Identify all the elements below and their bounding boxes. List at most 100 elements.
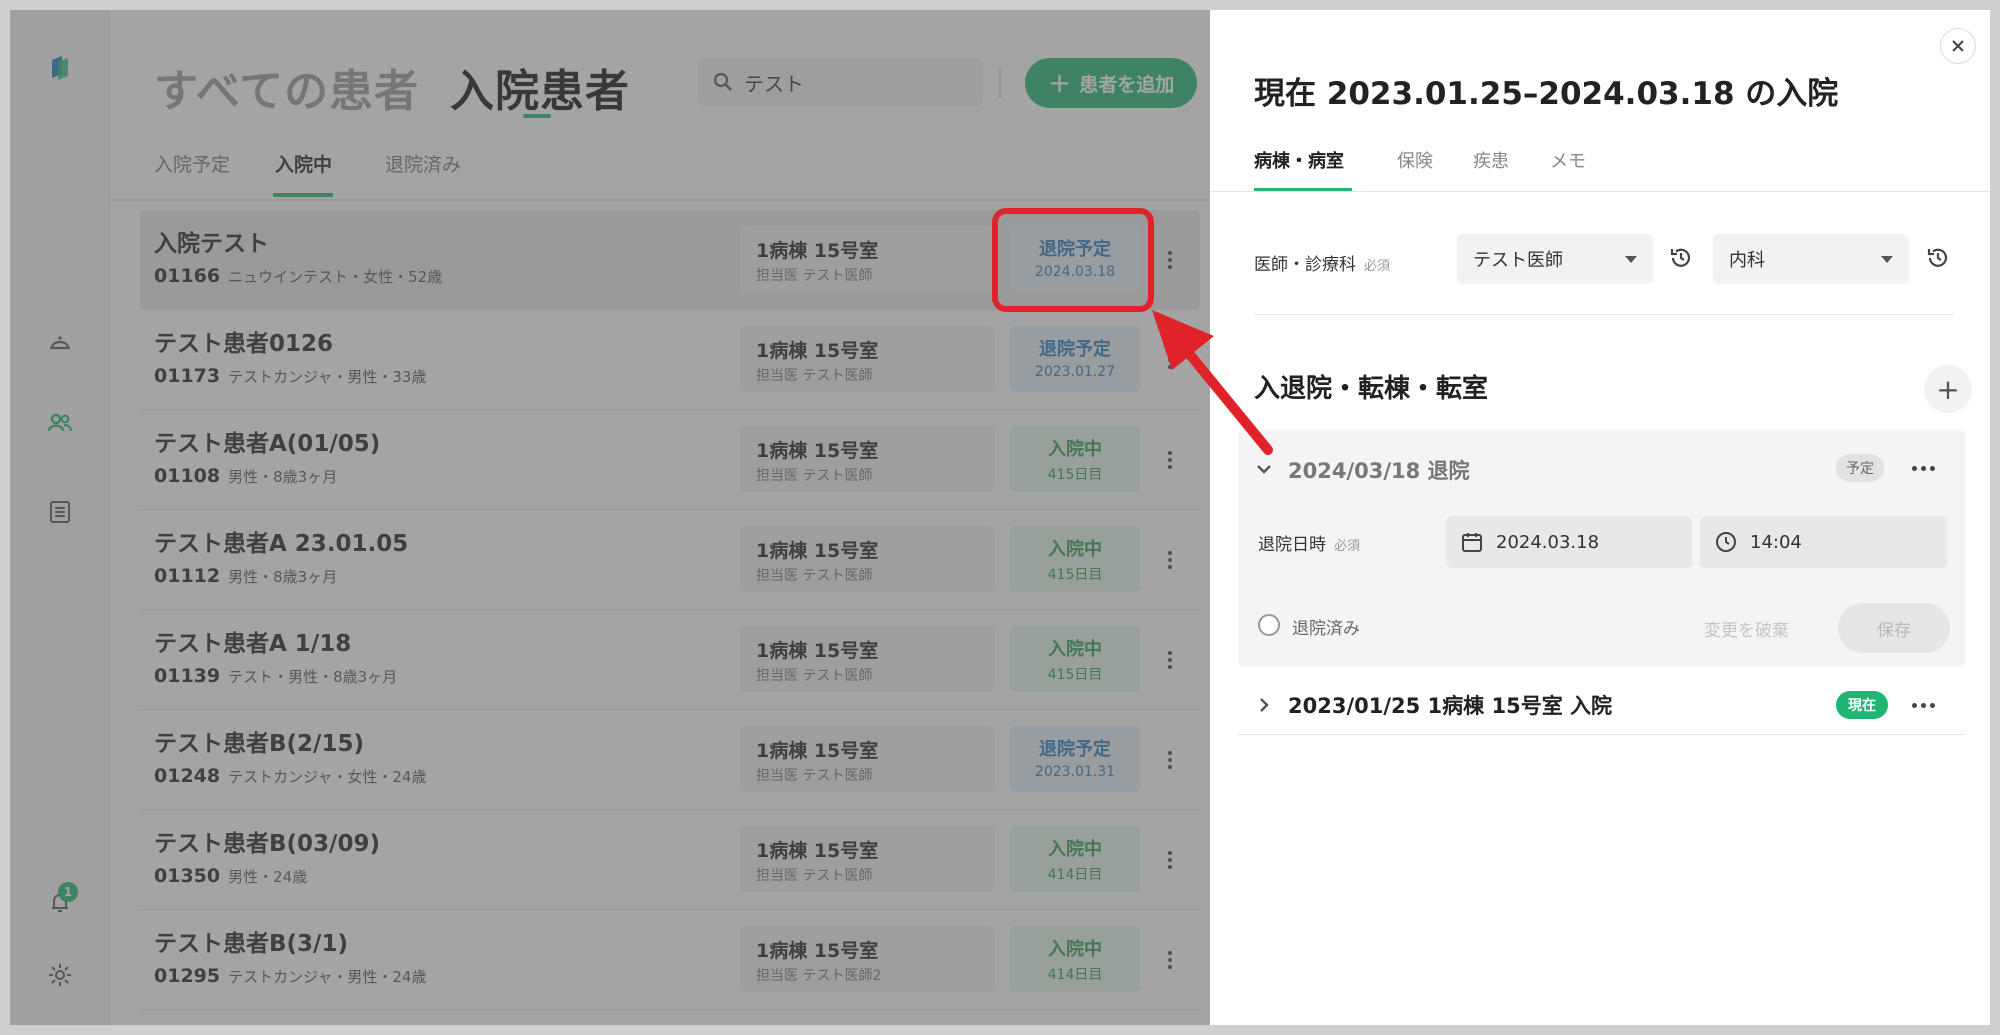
doctor-department-label: 医師・診療科 必須 [1254,250,1390,275]
close-icon [1952,40,1964,52]
kebab-menu-icon[interactable] [1160,940,1180,980]
discharged-label[interactable]: 退院済み [1292,614,1360,639]
chevron-down-icon [1625,255,1637,263]
search-input[interactable] [744,70,964,94]
patient-meta: 01173 テストカンジャ・男性・33歳 [154,365,426,387]
attending-doctor: 担当医 テスト医師 [756,368,873,384]
bed-icon[interactable] [40,322,80,362]
patient-name: テスト患者B(03/09) [154,831,380,857]
patient-name: テスト患者0126 [154,331,334,357]
bell-icon[interactable]: 1 [40,882,80,922]
kebab-menu-icon[interactable] [1160,540,1180,580]
status-badge[interactable]: 入院中 414日目 [1010,826,1140,892]
plus-icon: + [1936,372,1960,406]
more-icon[interactable] [1908,458,1938,478]
patient-row[interactable]: テスト患者A(01/05) 01108 男性・8歳3ヶ月 1病棟 15号室 担当医 テス… [140,410,1200,510]
patient-id: 01350 [154,865,221,887]
panel-title: 現在 2023.01.25–2024.03.18 の入院 [1254,76,1839,112]
calendar-icon [1462,533,1482,552]
status-sub: 415日目 [1047,667,1103,683]
patient-row[interactable]: テスト患者B(3/1) 01295 テストカンジャ・男性・24歳 1病棟 15号室 担当… [140,910,1200,1010]
patient-id: 01248 [154,765,221,787]
kebab-menu-icon[interactable] [1160,640,1180,680]
department-select[interactable]: 内科 [1713,234,1909,284]
view-title-inpatient[interactable]: 入院患者 [450,55,630,119]
patient-row[interactable]: テスト患者A 1/18 01139 テスト・男性・8歳3ヶ月 1病棟 15号室 担当医 … [140,610,1200,710]
department-select-value: 内科 [1729,250,1765,271]
kebab-menu-icon[interactable] [1160,240,1180,280]
patient-row[interactable]: テスト患者B(03/09) 01350 男性・24歳 1病棟 15号室 担当医 テスト医… [140,810,1200,910]
tab-ward-room[interactable]: 病棟・病室 [1254,147,1344,173]
chevron-down-icon[interactable] [1254,459,1274,479]
status-sub: 415日目 [1047,467,1103,483]
clock-icon [1716,532,1736,552]
room-card: 1病棟 15号室 担当医 テスト医師 [740,426,995,492]
discharged-radio[interactable] [1258,614,1280,636]
admission-event-row[interactable]: 2023/01/25 1病棟 15号室 入院 現在 [1238,675,1965,735]
status-label: 入院中 [1048,639,1102,660]
title-underline [523,114,551,118]
time-field[interactable]: 14:04 [1700,516,1947,568]
status-badge[interactable]: 入院中 415日目 [1010,526,1140,592]
app-logo-icon[interactable] [40,48,80,88]
view-title-all[interactable]: すべての患者 [154,55,419,119]
status-badge[interactable]: 入院中 414日目 [1010,926,1140,992]
kebab-menu-icon[interactable] [1160,840,1180,880]
tab-admission-planned[interactable]: 入院予定 [154,150,230,177]
patient-meta: 01295 テストカンジャ・男性・24歳 [154,965,426,987]
discharge-datetime-text: 退院日時 [1258,535,1326,555]
history-icon[interactable] [1664,241,1698,275]
room-name: 1病棟 15号室 [756,640,879,662]
search-box[interactable] [698,58,983,106]
search-icon [713,72,732,91]
patient-meta: 01248 テストカンジャ・女性・24歳 [154,765,426,787]
more-icon[interactable] [1908,695,1938,715]
add-patient-button[interactable]: + 患者を追加 [1025,58,1197,108]
patient-id: 01112 [154,565,221,587]
chevron-down-icon [1881,255,1893,263]
discharge-event-card: 2024/03/18 退院 予定 退院日時 必須 2024.03.18 14:04… [1238,430,1965,667]
patient-name: テスト患者A 23.01.05 [154,531,409,557]
doctor-select[interactable]: テスト医師 [1457,234,1653,284]
tab-admitted[interactable]: 入院中 [275,150,332,177]
status-sub: 2023.01.31 [1034,764,1116,780]
tab-disease[interactable]: 疾患 [1473,147,1509,173]
discard-changes-button[interactable]: 変更を破棄 [1704,616,1789,641]
tab-underline [273,193,333,197]
gear-icon[interactable] [40,955,80,995]
room-name: 1病棟 15号室 [756,240,879,262]
event-title[interactable]: 2024/03/18 退院 [1288,455,1470,485]
status-badge[interactable]: 入院中 415日目 [1010,426,1140,492]
status-label: 入院中 [1048,839,1102,860]
patient-meta: 01350 男性・24歳 [154,865,307,887]
patient-row[interactable]: テスト患者B(2/15) 01248 テストカンジャ・女性・24歳 1病棟 15号室担… [140,710,1200,810]
status-sub: 2023.01.27 [1034,364,1116,380]
tab-memo[interactable]: メモ [1550,147,1586,173]
date-field[interactable]: 2024.03.18 [1446,516,1692,568]
list-icon[interactable] [40,492,80,532]
save-button[interactable]: 保存 [1838,603,1950,653]
patient-details: テストカンジャ・男性・24歳 [228,968,427,986]
kebab-menu-icon[interactable] [1160,740,1180,780]
sidebar: 1 [10,10,110,1025]
patient-details: ニュウインテスト・女性・52歳 [228,268,443,286]
status-badge[interactable]: 退院予定 2023.01.31 [1010,726,1140,792]
history-icon[interactable] [1921,241,1955,275]
chevron-right-icon[interactable] [1254,695,1274,715]
patient-id: 01173 [154,365,221,387]
attending-doctor: 担当医 テスト医師 [756,868,873,884]
patient-row[interactable]: テスト患者0126 01173 テストカンジャ・男性・33歳 1病棟 15号室 担当医 … [140,310,1200,410]
admission-detail-panel: 現在 2023.01.25–2024.03.18 の入院 病棟・病室 保険 疾患… [1210,10,1990,1025]
patient-row[interactable]: テスト患者A 23.01.05 01112 男性・8歳3ヶ月 1病棟 15号室 担当医 … [140,510,1200,610]
tab-insurance[interactable]: 保険 [1397,147,1433,173]
add-event-button[interactable]: + [1924,365,1972,413]
patient-details: 男性・8歳3ヶ月 [228,568,338,586]
tab-discharged[interactable]: 退院済み [385,150,461,177]
close-button[interactable] [1940,28,1976,64]
patients-icon[interactable] [40,403,80,443]
status-badge[interactable]: 退院予定 2023.01.27 [1010,326,1140,392]
doctor-department-text: 医師・診療科 [1254,255,1356,275]
patient-name: テスト患者B(3/1) [154,931,348,957]
divider [999,68,1001,98]
status-badge[interactable]: 入院中 415日目 [1010,626,1140,692]
